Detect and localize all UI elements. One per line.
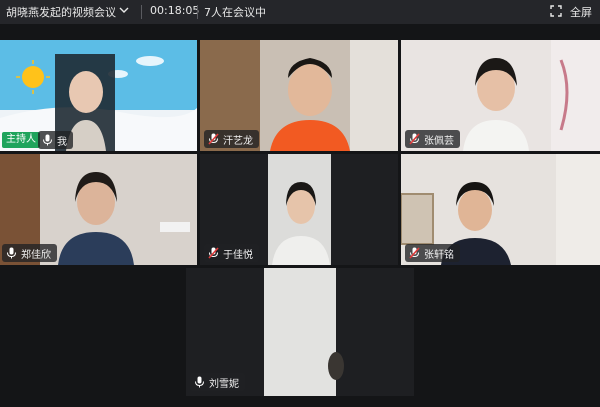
meeting-title: 胡晓燕发起的视频会议 — [6, 6, 116, 19]
microphone-muted-icon — [208, 247, 219, 259]
participant-name: 张佩芸 — [424, 135, 454, 147]
meeting-timer: 00:18:05 — [150, 4, 200, 17]
participant-name: 郑佳欣 — [21, 249, 51, 261]
video-tile-participant[interactable]: 张轩铭 — [401, 154, 600, 265]
participant-count: 7人在会议中 — [204, 6, 266, 19]
video-grid: 主持人 我 汗艺龙 张佩芸 郑佳欣 于佳悦 张轩铭 刘雪妮 — [0, 24, 600, 407]
name-tag: 刘雪妮 — [190, 373, 245, 391]
participant-name: 我 — [57, 136, 67, 148]
microphone-icon — [7, 247, 16, 259]
video-tile-participant[interactable]: 郑佳欣 — [0, 154, 197, 265]
microphone-icon — [195, 376, 204, 388]
microphone-muted-icon — [409, 247, 420, 259]
microphone-muted-icon — [208, 133, 219, 145]
name-tag: 我 — [38, 131, 73, 149]
video-tile-participant[interactable]: 于佳悦 — [200, 154, 398, 265]
name-tag: 张佩芸 — [405, 130, 460, 148]
participant-name: 于佳悦 — [223, 249, 253, 261]
video-tile-me[interactable]: 主持人 我 — [0, 40, 197, 151]
name-tag: 张轩铭 — [405, 244, 460, 262]
name-tag: 于佳悦 — [204, 244, 259, 262]
video-tile-participant[interactable]: 张佩芸 — [401, 40, 600, 151]
participant-name: 汗艺龙 — [223, 135, 253, 147]
host-badge: 主持人 — [2, 132, 40, 148]
participant-name: 刘雪妮 — [209, 378, 239, 390]
meeting-toolbar: 胡晓燕发起的视频会议 00:18:05 7人在会议中 全屏 — [0, 0, 600, 24]
divider — [141, 5, 142, 19]
divider — [197, 5, 198, 19]
chevron-down-icon[interactable] — [118, 3, 130, 17]
video-tile-participant[interactable]: 汗艺龙 — [200, 40, 398, 151]
fullscreen-icon[interactable] — [550, 5, 562, 17]
microphone-muted-icon — [409, 133, 420, 145]
name-tag: 郑佳欣 — [2, 244, 57, 262]
microphone-icon — [43, 134, 52, 146]
name-tag: 汗艺龙 — [204, 130, 259, 148]
participant-name: 张轩铭 — [424, 249, 454, 261]
fullscreen-button[interactable]: 全屏 — [570, 4, 592, 20]
video-tile-participant[interactable]: 刘雪妮 — [186, 268, 414, 396]
